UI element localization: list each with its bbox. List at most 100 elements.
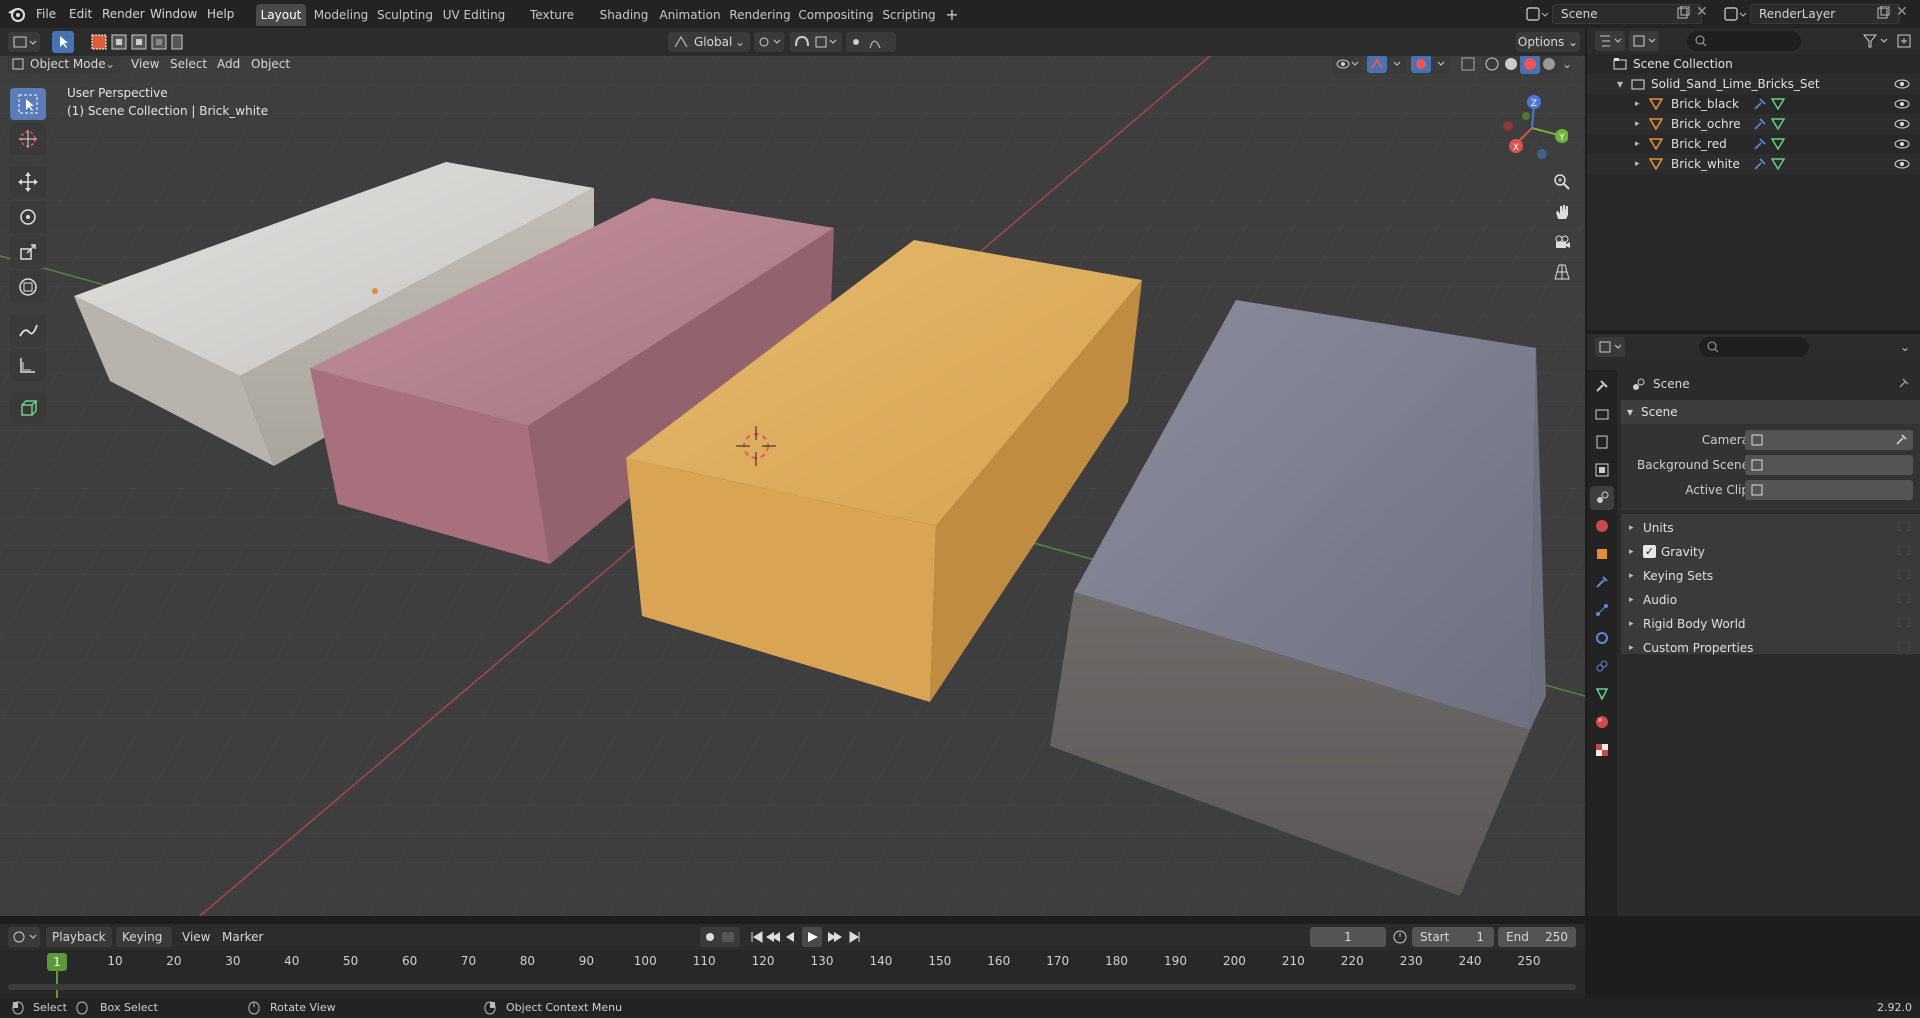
options-dropdown[interactable]: Options ⌄ [1516,32,1580,52]
modifier-wrench-icon[interactable] [1753,158,1767,170]
timeline-area[interactable]: 1 10 20 30 40 50 60 70 80 90 100 110 120 130 140 150 160… [0,950,1585,998]
modifier-wrench-icon[interactable] [1753,98,1767,110]
expand-chevron-icon[interactable]: ▸ [1635,134,1640,154]
playback-dropdown[interactable]: Playback ⌄ [46,927,112,964]
properties-options-dropdown[interactable]: ⌄ [1895,337,1915,357]
keying-dropdown[interactable]: Keying ⌄ [116,927,172,964]
mesh-data-icon[interactable] [1771,158,1785,170]
expand-chevron-icon[interactable]: ▸ [1635,94,1640,114]
outliner-object-row[interactable]: ▸ Brick_ochre [1587,114,1920,134]
select-box-tool[interactable] [10,88,46,120]
copy-view-layer-icon[interactable] [1876,6,1890,20]
add-workspace-button[interactable]: + [942,4,962,26]
eye-icon[interactable] [1894,99,1910,109]
modifier-wrench-icon[interactable] [1753,118,1767,130]
copy-scene-icon[interactable] [1676,6,1690,20]
shading-mode-buttons[interactable] [1482,56,1562,74]
tab-scripting[interactable]: Scripting [880,4,938,26]
viewport-scene[interactable] [0,56,1585,916]
view-layer-browse-icon[interactable] [1722,4,1748,24]
scale-tool[interactable] [10,236,46,268]
gravity-checkbox[interactable]: ✓ [1643,545,1656,558]
outliner-object-row[interactable]: ▸ Brick_black [1587,94,1920,114]
menu-add[interactable]: Add [217,56,240,74]
scene-panel-header[interactable]: ▾ Scene [1621,400,1920,424]
shading-options-dropdown[interactable]: ⌄ [1562,56,1580,74]
projection-grid-icon[interactable] [1548,258,1576,286]
zoom-icon[interactable] [1548,168,1576,196]
collapse-chevron-icon[interactable]: ▾ [1617,74,1623,94]
delete-scene-icon[interactable]: ✕ [1696,4,1708,20]
property-field[interactable] [1745,430,1913,450]
tab-uv-editing[interactable]: UV Editing [440,4,508,26]
outliner-object-row[interactable]: ▸ Brick_white [1587,154,1920,174]
overlays-toggle[interactable] [1410,56,1450,74]
rotate-tool[interactable] [10,201,46,233]
menu-window[interactable]: Window [144,4,203,24]
material-tab-icon[interactable] [1590,710,1614,734]
subpanel-header[interactable]: ▸ Audio ⋮⋮ [1621,588,1920,612]
mesh-data-icon[interactable] [1771,98,1785,110]
output-tab-icon[interactable] [1590,430,1614,454]
mesh-data-icon[interactable] [1771,118,1785,130]
modifier-tab-icon[interactable] [1590,570,1614,594]
drag-handle-icon[interactable]: ⋮⋮ [1894,636,1914,660]
subpanel-header[interactable]: ▸ Units ⋮⋮ [1621,516,1920,540]
tab-compositing[interactable]: Compositing [798,4,874,26]
scene-browse-icon[interactable] [1524,4,1550,24]
snap-dropdown[interactable] [790,32,842,52]
start-frame-field[interactable]: Start 1 [1412,927,1494,947]
pivot-point-dropdown[interactable] [754,32,784,52]
filter-icon[interactable] [1861,31,1891,51]
constraints-tab-icon[interactable] [1590,654,1614,678]
outliner-object-row[interactable]: ▸ Brick_red [1587,134,1920,154]
eyedropper-icon[interactable] [1895,434,1907,446]
particles-tab-icon[interactable] [1590,598,1614,622]
subpanel-header[interactable]: ▸ Rigid Body World ⋮⋮ [1621,612,1920,636]
tab-rendering[interactable]: Rendering [728,4,792,26]
drag-handle-icon[interactable]: ⋮⋮ [1894,564,1914,588]
current-frame-field[interactable]: 1 [1310,927,1386,947]
editor-type-button[interactable] [8,32,40,52]
outliner-scene-collection[interactable]: Scene Collection [1587,54,1920,74]
menu-select[interactable]: Select [170,56,207,74]
menu-view[interactable]: View [131,56,159,74]
cursor-tool[interactable] [10,123,46,155]
camera-view-icon[interactable] [1548,228,1576,256]
annotate-tool[interactable] [10,314,46,346]
outliner-collection-row[interactable]: ▾ Solid_Sand_Lime_Bricks_Set [1587,74,1920,94]
subpanel-header[interactable]: ▸ Custom Properties ⋮⋮ [1621,636,1920,660]
end-frame-field[interactable]: End 250 [1498,927,1576,947]
delete-view-layer-icon[interactable]: ✕ [1896,4,1908,20]
gizmo-toggle[interactable] [1366,56,1406,74]
drag-handle-icon[interactable]: ⋮⋮ [1894,588,1914,612]
menu-help[interactable]: Help [201,4,240,24]
physics-tab-icon[interactable] [1590,626,1614,650]
render-tab-icon[interactable] [1590,402,1614,426]
texture-tab-icon[interactable] [1590,738,1614,762]
tab-shading[interactable]: Shading [596,4,652,26]
navigation-gizmo[interactable]: Z Y X [1496,92,1568,164]
display-mode-dropdown[interactable] [1629,31,1659,51]
subpanel-header[interactable]: ▸ Keying Sets ⋮⋮ [1621,564,1920,588]
eye-icon[interactable] [1894,159,1910,169]
drag-handle-icon[interactable]: ⋮⋮ [1894,516,1914,540]
menu-render[interactable]: Render [96,4,151,24]
timeline-scrollbar[interactable] [8,984,1576,990]
expand-chevron-icon[interactable]: ▸ [1635,114,1640,134]
eye-icon[interactable] [1894,119,1910,129]
selection-mode-buttons[interactable] [90,32,184,52]
view-layer-tab-icon[interactable] [1590,458,1614,482]
subpanel-header[interactable]: ▸ ✓ Gravity ⋮⋮ [1621,540,1920,564]
timeline-editor-type[interactable] [8,927,40,947]
3d-viewport[interactable]: Object Mode ⌄ View Select Add Object ⌄ U… [0,56,1585,916]
proportional-editing-dropdown[interactable] [846,32,896,52]
property-field[interactable] [1745,455,1913,475]
drag-handle-icon[interactable]: ⋮⋮ [1894,540,1914,564]
properties-search-input[interactable] [1699,337,1809,357]
tab-texture-paint[interactable]: Texture Paint [514,4,590,44]
menu-file[interactable]: File [30,4,62,24]
select-tool-mode-button[interactable] [52,31,74,53]
object-mode-dropdown[interactable]: Object Mode ⌄ [8,56,120,74]
data-tab-icon[interactable] [1590,682,1614,706]
